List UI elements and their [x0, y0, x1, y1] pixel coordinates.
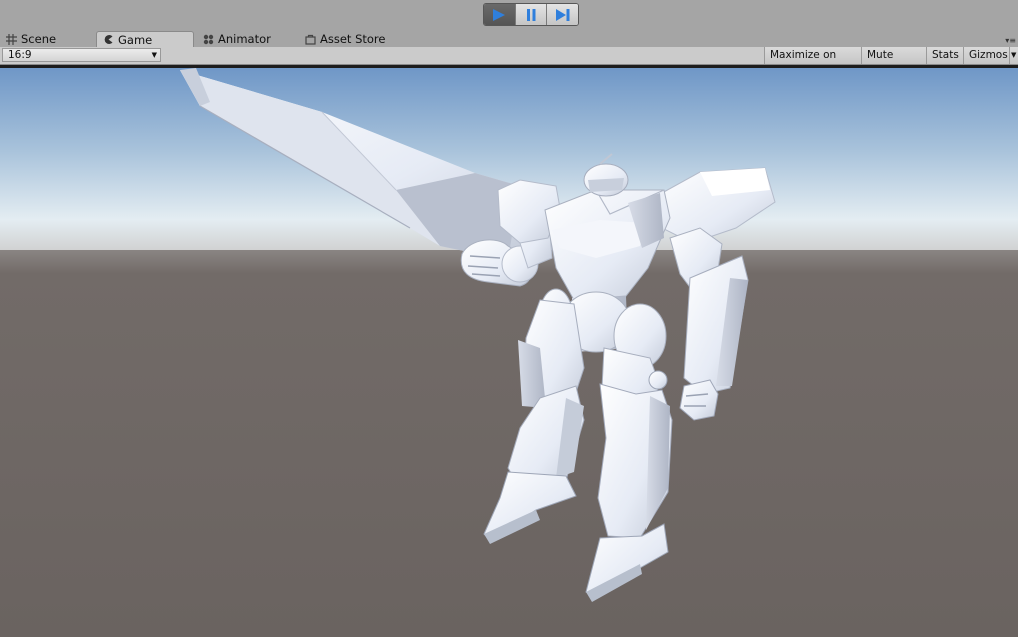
ground-plane [0, 250, 1018, 637]
game-view-toolbar: 16:9 ▼ Maximize on Play Mute audio Stats… [0, 47, 1018, 77]
pause-icon [527, 8, 536, 21]
mute-audio-button[interactable]: Mute audio [861, 47, 926, 77]
tab-menu-icon[interactable]: ▾≡ [1005, 36, 1016, 45]
tab-label: Animator [218, 32, 271, 46]
maximize-on-play-button[interactable]: Maximize on Play [764, 47, 861, 77]
tab-game[interactable]: Game [96, 31, 194, 47]
step-button[interactable] [547, 4, 578, 25]
game-pacman-icon [104, 35, 113, 44]
game-render [0, 68, 1018, 637]
tab-animator[interactable]: Animator [197, 31, 297, 47]
tab-label: Game [118, 32, 153, 47]
play-button[interactable] [484, 4, 516, 25]
stats-button[interactable]: Stats [926, 47, 963, 64]
scene-grid-icon [6, 33, 17, 45]
playback-controls [483, 3, 579, 26]
tab-asset-store[interactable]: Asset Store [299, 31, 409, 47]
aspect-ratio-value: 16:9 [8, 49, 32, 61]
gizmos-button[interactable]: Gizmos [963, 47, 1009, 64]
pause-button[interactable] [515, 4, 548, 25]
aspect-ratio-dropdown[interactable]: 16:9 ▼ [2, 48, 161, 62]
gizmos-dropdown-chevron-icon[interactable]: ▼ [1009, 47, 1018, 64]
asset-store-icon [305, 34, 316, 45]
game-viewport[interactable] [0, 68, 1018, 637]
window-tab-bar: Scene Game Animator Asset Store ▾≡ [0, 30, 1018, 47]
tab-label: Asset Store [320, 32, 386, 46]
main-toolbar [0, 0, 1018, 30]
play-icon [493, 8, 506, 21]
tab-scene[interactable]: Scene [0, 31, 90, 47]
chevron-down-icon: ▼ [151, 51, 157, 59]
step-icon [555, 8, 570, 21]
tab-label: Scene [21, 32, 57, 46]
animator-icon [203, 34, 214, 44]
